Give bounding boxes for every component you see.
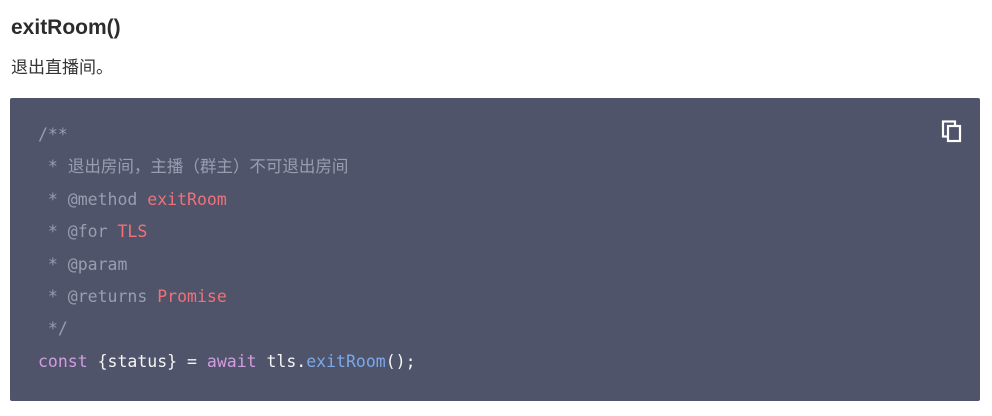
copy-button[interactable] xyxy=(941,120,963,144)
plain-token: tls. xyxy=(256,351,307,371)
code-line: const {status} = await tls.exitRoom(); xyxy=(38,346,416,378)
comment-token: */ xyxy=(38,319,68,339)
comment-token: * @method xyxy=(38,189,148,209)
code-line: * @returns Promise xyxy=(38,281,416,313)
code-line: * @for TLS xyxy=(38,216,416,248)
plain-token: {status} = xyxy=(87,351,207,371)
doc-tag-value: exitRoom xyxy=(147,189,227,209)
keyword-token: const xyxy=(38,351,88,371)
code-content: /** * 退出房间，主播（群主）不可退出房间 * @method exitRo… xyxy=(38,119,416,378)
comment-token: * xyxy=(38,157,68,177)
keyword-token: await xyxy=(206,351,257,371)
code-line: /** xyxy=(38,119,416,151)
code-line: * 退出房间，主播（群主）不可退出房间 xyxy=(38,151,416,183)
code-line: */ xyxy=(38,313,416,345)
code-line: * @method exitRoom xyxy=(38,184,416,216)
doc-tag-value: TLS xyxy=(117,222,148,242)
comment-token: * @for xyxy=(38,222,118,242)
method-heading: exitRoom() xyxy=(11,16,121,39)
comment-token: * @param xyxy=(38,254,128,274)
comment-token: /** xyxy=(38,125,68,144)
plain-token: (); xyxy=(385,351,416,371)
code-line: * @param xyxy=(38,249,416,281)
function-name-token: exitRoom xyxy=(306,351,386,371)
comment-token: * @returns xyxy=(38,286,158,306)
doc-tag-value: Promise xyxy=(157,286,227,306)
method-description: 退出直播间。 xyxy=(11,58,113,77)
copy-icon xyxy=(941,120,962,143)
comment-text: 退出房间，主播（群主）不可退出房间 xyxy=(67,157,349,177)
code-block: /** * 退出房间，主播（群主）不可退出房间 * @method exitRo… xyxy=(10,98,980,401)
